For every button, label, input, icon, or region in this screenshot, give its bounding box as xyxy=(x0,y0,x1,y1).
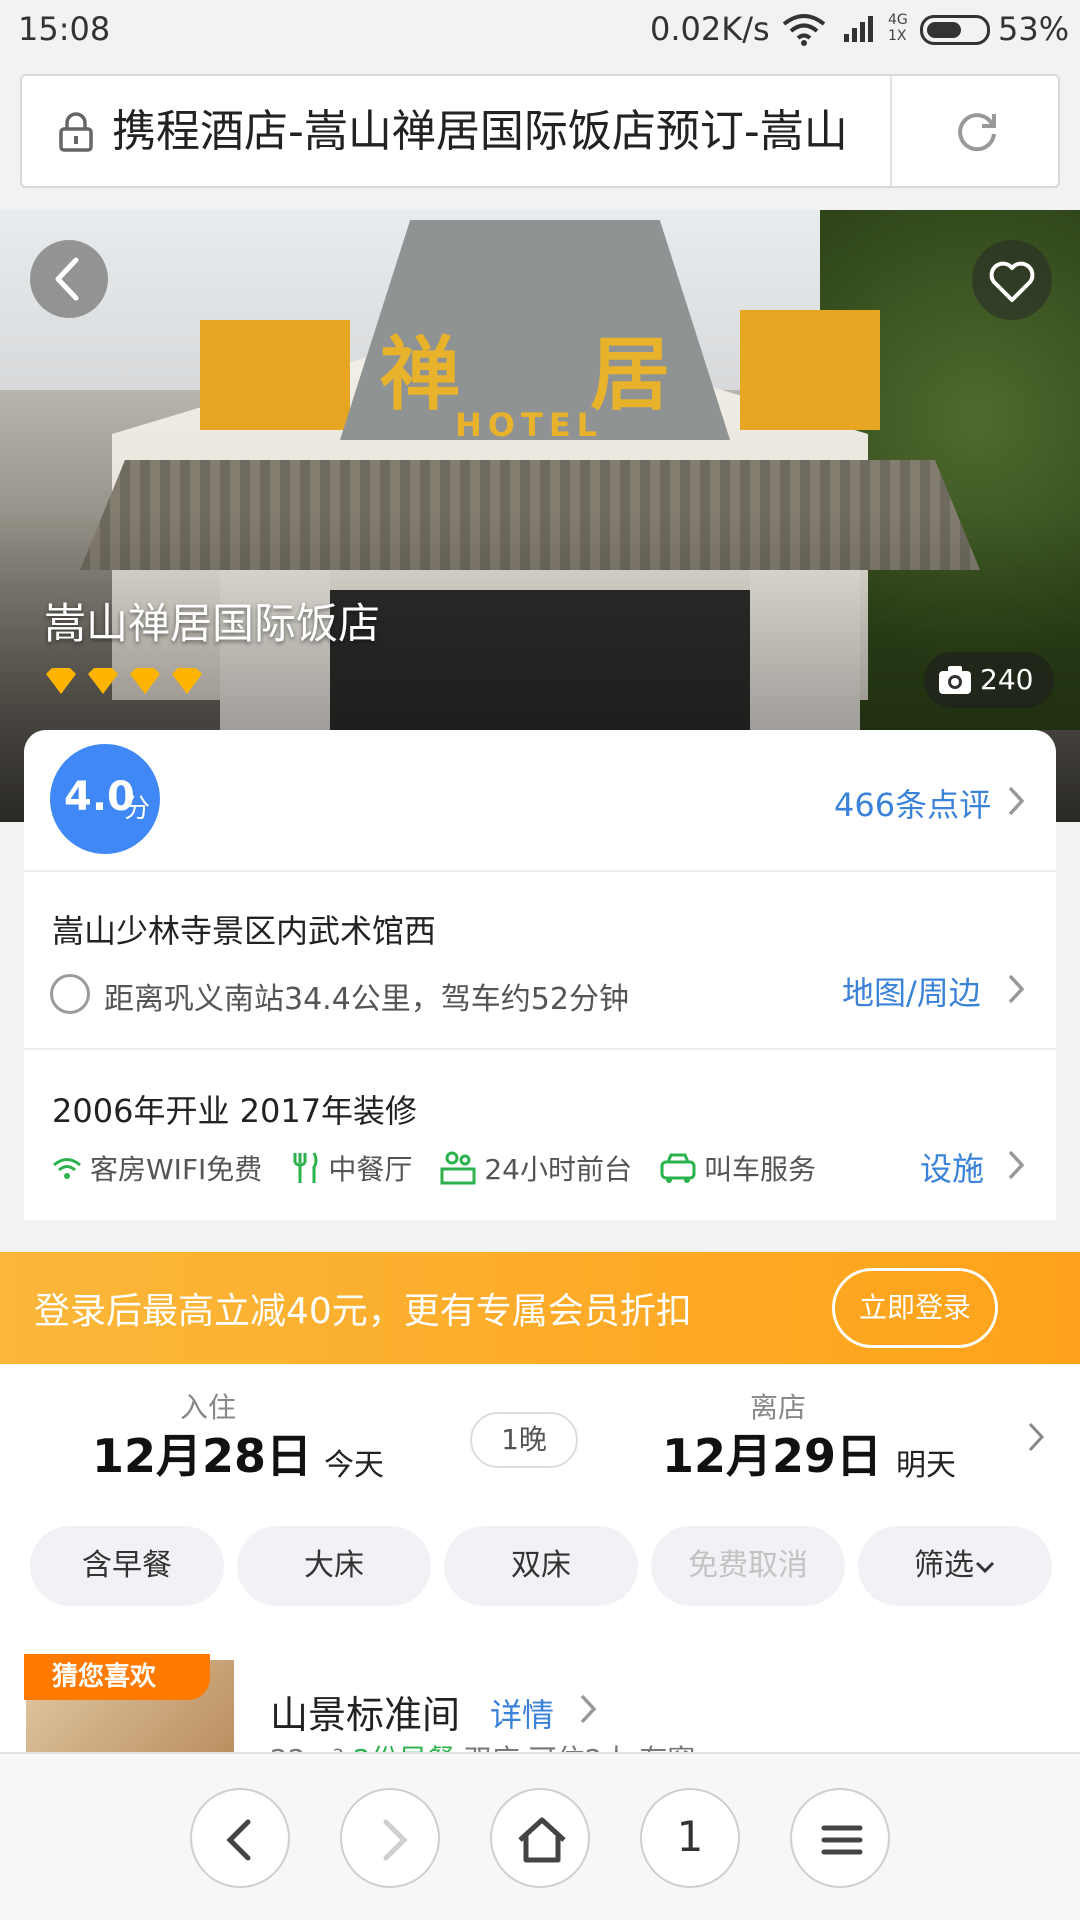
arrow-right-icon xyxy=(383,1819,408,1861)
address-bar[interactable]: 携程酒店-嵩山禅居国际饭店预订-嵩山 xyxy=(20,74,1060,188)
date-selector[interactable]: 入住 12月28日 今天 1晚 离店 12月29日 明天 xyxy=(0,1364,1080,1514)
front-desk-icon xyxy=(440,1151,476,1185)
amenity-restaurant: 中餐厅 xyxy=(290,1148,412,1188)
chevron-right-icon xyxy=(1008,974,1025,1004)
filter-breakfast[interactable]: 含早餐 xyxy=(30,1526,224,1606)
diamond-star-icon xyxy=(172,668,202,694)
network-type: 4G 1X xyxy=(888,12,908,44)
login-button[interactable]: 立即登录 xyxy=(832,1268,998,1348)
score-unit: 分 xyxy=(124,794,151,824)
url-divider xyxy=(890,76,892,186)
hotel-sign-text: HOTEL xyxy=(455,406,604,444)
chevron-right-icon xyxy=(1008,786,1025,816)
member-promo-banner: 登录后最高立减40元，更有专属会员折扣 立即登录 xyxy=(0,1252,1080,1364)
chevron-left-icon xyxy=(55,257,79,301)
amenity-list: 客房WIFI免费 中餐厅 24小时前台 叫车服务 xyxy=(52,1148,844,1188)
filter-more-button[interactable]: 筛选 xyxy=(858,1526,1052,1606)
score-badge: 4.0 分 xyxy=(50,744,160,854)
room-features: 双床 可住2人 有窗 xyxy=(464,1743,696,1752)
filter-free-cancel[interactable]: 免费取消 xyxy=(651,1526,845,1606)
taxi-icon xyxy=(660,1153,696,1183)
amenity-label: 中餐厅 xyxy=(328,1153,413,1186)
diamond-star-icon xyxy=(88,668,118,694)
diamond-star-icon xyxy=(46,668,76,694)
diamond-star-icon xyxy=(130,668,160,694)
menu-button[interactable] xyxy=(790,1788,890,1888)
arrow-left-icon xyxy=(226,1819,251,1861)
home-button[interactable] xyxy=(490,1788,590,1888)
room-card[interactable]: 猜您喜欢 山景标准间 详情 22m² 2份早餐 双床 可住2人 有窗 xyxy=(0,1624,1080,1752)
lock-icon xyxy=(59,112,93,152)
map-nearby-link[interactable]: 地图/周边 xyxy=(842,968,981,1014)
amenity-wifi: 客房WIFI免费 xyxy=(52,1148,262,1188)
train-icon xyxy=(50,974,90,1014)
distance-info: 距离巩义南站34.4公里，驾车约52分钟 xyxy=(104,982,629,1017)
chevron-right-icon xyxy=(1008,1150,1025,1180)
tabs-button[interactable]: 1 xyxy=(640,1788,740,1888)
battery-percent: 53% xyxy=(998,10,1070,48)
back-nav-button[interactable] xyxy=(190,1788,290,1888)
reload-icon[interactable] xyxy=(952,106,1002,156)
divider xyxy=(24,1048,1056,1050)
hotel-star-rating xyxy=(44,668,204,694)
room-size: 22m² xyxy=(270,1743,344,1752)
room-filter-bar: 含早餐 大床 双床 免费取消 筛选 xyxy=(0,1514,1080,1624)
room-detail-link[interactable]: 详情 xyxy=(490,1690,554,1736)
net-type-top: 4G xyxy=(888,12,908,28)
amenity-label: 叫车服务 xyxy=(703,1153,816,1186)
checkin-date[interactable]: 12月28日 xyxy=(92,1420,312,1486)
filter-more-label: 筛选 xyxy=(914,1548,974,1583)
home-icon xyxy=(518,1817,566,1863)
back-button[interactable] xyxy=(30,240,108,318)
hotel-address: 嵩山少林寺景区内武术馆西 xyxy=(52,912,437,950)
favorite-button[interactable] xyxy=(972,240,1052,320)
status-bar: 15:08 0.02K/s 4G 1X 53% xyxy=(0,0,1080,62)
photo-count-button[interactable]: 240 xyxy=(924,652,1054,708)
fork-knife-icon xyxy=(293,1152,318,1183)
camera-icon xyxy=(939,666,971,694)
wifi-icon xyxy=(53,1158,81,1179)
recommend-tag: 猜您喜欢 xyxy=(24,1654,210,1700)
network-speed: 0.02K/s xyxy=(650,10,770,48)
checkout-date[interactable]: 12月29日 xyxy=(662,1420,882,1486)
checkin-day: 今天 xyxy=(324,1448,384,1483)
photo-count-value: 240 xyxy=(980,663,1034,696)
hotel-sign-char-1: 禅 xyxy=(380,327,460,421)
hero-yellow-panel-left xyxy=(200,320,350,430)
hotel-name: 嵩山禅居国际饭店 xyxy=(44,599,381,648)
reviews-link[interactable]: 466条点评 xyxy=(834,780,991,826)
filter-twin-bed[interactable]: 双床 xyxy=(444,1526,638,1606)
opening-renovation-info: 2006年开业 2017年装修 xyxy=(52,1092,418,1130)
tabs-count: 1 xyxy=(676,1812,704,1861)
promo-text: 登录后最高立减40元，更有专属会员折扣 xyxy=(34,1291,692,1332)
chevron-right-icon xyxy=(580,1694,597,1724)
amenity-taxi: 叫车服务 xyxy=(660,1148,816,1188)
wifi-icon xyxy=(782,14,826,46)
status-time: 15:08 xyxy=(18,10,111,48)
heart-icon xyxy=(989,261,1035,302)
nights-count: 1晚 xyxy=(470,1412,578,1468)
room-name: 山景标准间 xyxy=(270,1693,461,1737)
divider xyxy=(24,870,1056,872)
hero-yellow-panel-right xyxy=(740,310,880,430)
browser-bottom-bar: 1 xyxy=(0,1752,1080,1920)
battery-icon xyxy=(920,15,990,45)
net-type-bottom: 1X xyxy=(888,28,907,44)
hotel-info-card: 4.0 分 466条点评 嵩山少林寺景区内武术馆西 距离巩义南站34.4公里，驾… xyxy=(24,730,1056,1220)
chevron-right-icon xyxy=(1028,1422,1045,1452)
facilities-link[interactable]: 设施 xyxy=(920,1144,984,1190)
room-summary: 22m² 2份早餐 双床 可住2人 有窗 xyxy=(270,1738,695,1752)
amenity-label: 客房WIFI免费 xyxy=(90,1153,263,1186)
room-breakfast: 2份早餐 xyxy=(353,1743,455,1752)
amenity-label: 24小时前台 xyxy=(484,1153,632,1186)
checkout-day: 明天 xyxy=(896,1448,956,1483)
filter-king-bed[interactable]: 大床 xyxy=(237,1526,431,1606)
chevron-down-icon xyxy=(975,1561,995,1573)
signal-icon xyxy=(844,16,873,42)
page-title-url[interactable]: 携程酒店-嵩山禅居国际饭店预订-嵩山 xyxy=(112,102,892,162)
amenity-front-desk: 24小时前台 xyxy=(440,1148,632,1188)
forward-nav-button[interactable] xyxy=(340,1788,440,1888)
hamburger-menu-icon xyxy=(821,1825,863,1855)
